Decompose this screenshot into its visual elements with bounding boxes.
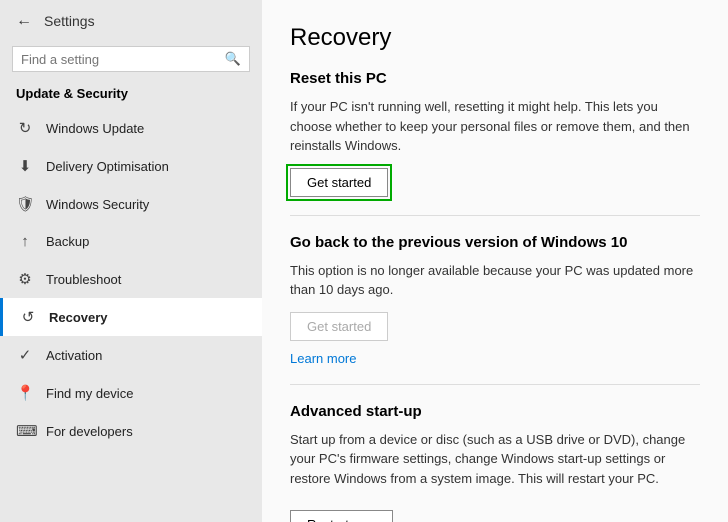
sidebar-item-label: Troubleshoot — [46, 272, 121, 287]
sidebar-item-backup[interactable]: ↑ Backup — [0, 223, 262, 260]
reset-section-heading: Reset this PC — [290, 70, 700, 87]
advanced-startup-desc: Start up from a device or disc (such as … — [290, 430, 700, 489]
divider-2 — [290, 384, 700, 385]
sidebar-item-recovery[interactable]: ↺ Recovery — [0, 298, 262, 336]
sidebar: ← Settings 🔍 Update & Security ↻ Windows… — [0, 0, 262, 522]
restart-now-button[interactable]: Restart now — [290, 510, 393, 522]
find-my-device-icon: 📍 — [16, 384, 34, 402]
sidebar-item-find-my-device[interactable]: 📍 Find my device — [0, 374, 262, 412]
page-title: Recovery — [290, 24, 700, 52]
sidebar-item-label: Activation — [46, 348, 102, 363]
advanced-startup-section: Advanced start-up Start up from a device… — [290, 403, 700, 522]
sidebar-item-label: Backup — [46, 234, 89, 249]
divider-1 — [290, 215, 700, 216]
go-back-section-desc: This option is no longer available becau… — [290, 261, 700, 300]
sidebar-item-troubleshoot[interactable]: ⚙ Troubleshoot — [0, 260, 262, 298]
reset-section: Reset this PC If your PC isn't running w… — [290, 70, 700, 197]
windows-update-icon: ↻ — [16, 119, 34, 137]
sidebar-header: ← Settings — [0, 0, 262, 40]
sidebar-item-activation[interactable]: ✓ Activation — [0, 336, 262, 374]
sidebar-item-label: Delivery Optimisation — [46, 159, 169, 174]
search-box: 🔍 — [12, 46, 250, 72]
search-icon[interactable]: 🔍 — [225, 51, 241, 67]
sidebar-item-label: Find my device — [46, 386, 133, 401]
sidebar-item-label: For developers — [46, 424, 133, 439]
main-content: Recovery Reset this PC If your PC isn't … — [262, 0, 728, 522]
sidebar-item-delivery-optimisation[interactable]: ⬇ Delivery Optimisation — [0, 147, 262, 185]
troubleshoot-icon: ⚙ — [16, 270, 34, 288]
reset-section-desc: If your PC isn't running well, resetting… — [290, 97, 700, 156]
reset-get-started-button[interactable]: Get started — [290, 168, 388, 197]
activation-icon: ✓ — [16, 346, 34, 364]
search-input[interactable] — [21, 52, 225, 67]
sidebar-item-label: Windows Security — [46, 197, 149, 212]
go-back-section: Go back to the previous version of Windo… — [290, 234, 700, 366]
sidebar-item-label: Windows Update — [46, 121, 144, 136]
settings-title: Settings — [44, 13, 95, 29]
sidebar-item-for-developers[interactable]: ⌨ For developers — [0, 412, 262, 450]
recovery-icon: ↺ — [19, 308, 37, 326]
sidebar-item-windows-security[interactable]: 🛡 Windows Security — [0, 185, 262, 223]
sidebar-item-label: Recovery — [49, 310, 108, 325]
section-title: Update & Security — [0, 82, 262, 109]
go-back-section-heading: Go back to the previous version of Windo… — [290, 234, 700, 251]
delivery-optimisation-icon: ⬇ — [16, 157, 34, 175]
learn-more-link[interactable]: Learn more — [290, 351, 356, 366]
for-developers-icon: ⌨ — [16, 422, 34, 440]
windows-security-icon: 🛡 — [16, 195, 34, 213]
back-button[interactable]: ← — [12, 10, 36, 32]
advanced-startup-heading: Advanced start-up — [290, 403, 700, 420]
backup-icon: ↑ — [16, 233, 34, 250]
go-back-get-started-button: Get started — [290, 312, 388, 341]
sidebar-item-windows-update[interactable]: ↻ Windows Update — [0, 109, 262, 147]
